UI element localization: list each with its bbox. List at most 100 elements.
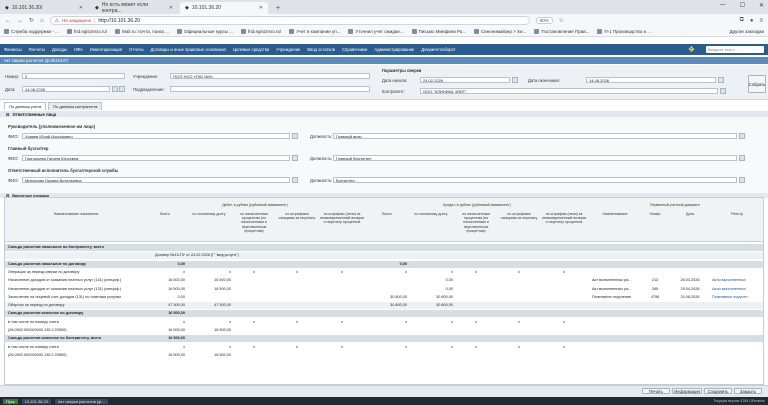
forward-icon[interactable]: → (17, 18, 23, 24)
table-row[interactable]: Начисление доходов от оказания платных у… (5, 286, 763, 293)
table-row[interactable]: (26.0902.000000000.135 2 20550) 16 500,00… (5, 352, 763, 359)
home-icon[interactable]: ⌂ (40, 18, 44, 24)
clear-icon[interactable] (119, 86, 125, 92)
cell-reg[interactable]: Платежные поручен (712, 295, 762, 299)
menu-item-balances[interactable]: Ввод остатков (307, 47, 335, 52)
save-button[interactable]: Сохранить (704, 388, 732, 394)
executor-position-field[interactable]: Бухгалтер (333, 177, 737, 183)
lookup-icon[interactable] (720, 88, 726, 94)
table-row[interactable]: Обороты за период по договору 47 300,00 47… (5, 302, 763, 310)
menu-icon[interactable]: ≡ (759, 18, 763, 24)
menu-item-institution[interactable]: Учреждение (276, 47, 300, 52)
table-row[interactable]: Начисление доходов от оказания платных у… (5, 277, 763, 284)
calendar-icon[interactable] (112, 86, 118, 92)
bookmark-item[interactable]: Постановление Прав... (534, 29, 589, 35)
menu-item-finance[interactable]: Финансы (4, 47, 22, 52)
bookmark-item[interactable]: fnd.egisznsro.ru/ (240, 29, 281, 35)
persons-section-header[interactable]: ⊟ Ответственные лица (0, 111, 768, 117)
cell-x5: x (518, 344, 520, 349)
tab-accounting-data[interactable]: По данным учета (4, 102, 47, 110)
bookmark-item[interactable]: Официальные курсы ... (176, 29, 233, 35)
table-row[interactable]: Сальдо расчетов начальное по договору 0,0… (5, 260, 763, 268)
browser-tab-active[interactable]: ◆ 10.101.36.20 ✕ (180, 2, 268, 14)
table-row[interactable]: в том числе по номеру счета x x x x x x x x x x (5, 319, 763, 326)
browser-tab[interactable]: ◆ Но есть может если контра... ✕ (90, 2, 178, 14)
table-row[interactable]: Операции за период сверки по договору x x x… (5, 269, 763, 276)
end-date-field[interactable]: 14.08.2026 (586, 77, 716, 83)
menu-item-admin[interactable]: Администрирование (374, 47, 414, 52)
minimize-icon[interactable]: — (720, 2, 726, 9)
taskbar-item[interactable]: Акт сверки расчетов (ф... (54, 398, 108, 404)
head-position-field[interactable]: Главный врач (333, 133, 737, 139)
start-button[interactable]: Пуск (3, 398, 18, 404)
info-button[interactable]: Информация (672, 388, 702, 394)
lookup-icon[interactable] (739, 177, 745, 183)
back-icon[interactable]: ← (5, 18, 11, 24)
cell-reg[interactable]: Акты выполненных (712, 278, 762, 282)
menu-item-reports[interactable]: Отчеты (129, 47, 143, 52)
bookmark-item[interactable]: Письмо Минфина Ро... (411, 29, 466, 35)
accountant-fio-field[interactable]: Григорьева Галина Юрьевна (22, 155, 290, 161)
build-button[interactable]: Собрать (748, 75, 766, 93)
lookup-icon[interactable] (292, 177, 298, 183)
calendar-icon[interactable] (512, 77, 518, 83)
close-window-icon[interactable]: ✕ (759, 2, 764, 9)
tab-contractor-data[interactable]: По данным контрагента (48, 102, 103, 110)
head-fio-field[interactable]: Худяев Юрий Иосифович (22, 133, 290, 139)
table-row[interactable]: Договор №15-ПУ от 24.02.2026 (Г "мед.усл… (5, 252, 763, 260)
calendar-icon[interactable] (718, 77, 724, 83)
taskbar-item[interactable]: 10.101.36.20 (21, 398, 51, 404)
star-icon[interactable]: ☆ (559, 17, 564, 24)
maximize-icon[interactable]: ☐ (740, 2, 745, 9)
bookmark-item[interactable]: Синонимайзер > Хи... (474, 29, 526, 35)
table-row[interactable]: Сальдо расчетов начальное по Контрагенту… (5, 244, 763, 251)
zoom-level[interactable]: 90% (535, 17, 553, 24)
menu-item-settlements[interactable]: Расчеты (29, 47, 45, 52)
lookup-icon[interactable] (292, 155, 298, 161)
menu-item-income[interactable]: Доходы (52, 47, 67, 52)
table-row[interactable]: Сальдо расчетов конечное по договору 16 5… (5, 310, 763, 318)
contractor-field[interactable]: ООО "КЛИНИКА ЭЛИТ" (420, 88, 718, 94)
lookup-icon[interactable] (739, 133, 745, 139)
reload-icon[interactable]: ↻ (29, 17, 34, 24)
table-row[interactable]: Сальдо расчетов конечное по Контрагенту,… (5, 335, 763, 343)
lookup-icon[interactable] (292, 133, 298, 139)
menu-item-contracts[interactable]: Договоры и иные правовые основания (151, 47, 226, 52)
bookmark-folder[interactable]: Другие закладки (730, 29, 764, 34)
division-field[interactable] (170, 86, 370, 92)
close-icon[interactable]: ✕ (259, 5, 263, 11)
url-field[interactable]: ⚠ Не защищено | http://10.101.36.20 (49, 16, 530, 25)
bookmark-item[interactable]: Служба поддержки - ... (4, 29, 59, 35)
institution-field[interactable]: ГБУЗ НСО «ГКБ №3» (170, 73, 370, 79)
table-row[interactable]: (26.0902.000000000.135 2 20550) 16 500,00… (5, 327, 763, 334)
lookup-icon[interactable] (739, 155, 745, 161)
app-version: Текущая версия 1255 Обновить (713, 399, 765, 403)
bookmark-item[interactable]: Учет в компании уп... (289, 29, 340, 35)
close-icon[interactable]: ✕ (169, 5, 173, 11)
date-field[interactable]: 14.08.2026 (22, 86, 110, 92)
start-date-field[interactable]: 24.02.2026 (420, 77, 510, 83)
menu-item-directories[interactable]: Справочники (342, 47, 367, 52)
close-button[interactable]: Закрыть (734, 388, 762, 394)
bookmark-item[interactable]: П-1 Производство и ... (597, 29, 651, 35)
extensions-icon[interactable]: ⧉ (740, 17, 744, 24)
bookmark-item[interactable]: fnd.egisznsro.ru/ (66, 29, 107, 35)
bookmark-item[interactable]: Mail.ru: почта, поиск ... (115, 29, 169, 35)
menu-item-target-funds[interactable]: Целевые средства (233, 47, 269, 52)
cell-reg[interactable]: Акты выполненных (712, 287, 762, 291)
new-tab-button[interactable]: + (270, 2, 286, 14)
number-field[interactable]: 2 (22, 73, 125, 79)
app-search-input[interactable]: Введите текст... (706, 46, 764, 53)
bookmark-item[interactable]: Уточнил учет ожидае... (348, 29, 404, 35)
menu-item-nfa[interactable]: НФА (74, 47, 83, 52)
menu-item-inventory[interactable]: Инвентаризация (90, 47, 122, 52)
menu-item-docflow[interactable]: Документооборот (421, 47, 455, 52)
print-button[interactable]: Печать (642, 388, 670, 394)
profile-icon[interactable]: ● (750, 18, 754, 24)
table-row[interactable]: в том числе по номеру счета x x x x x x x x x x (5, 344, 763, 351)
close-icon[interactable]: ✕ (79, 5, 83, 11)
browser-tab[interactable]: ◆ 10.101.36.20/✕ (0, 2, 88, 14)
executor-fio-field[interactable]: Миронова Оксана Витальевна (22, 177, 290, 183)
accountant-position-field[interactable]: Главный бухгалтер (333, 155, 737, 161)
table-row[interactable]: Зачисление на лицевой счет доходов (131)… (5, 294, 763, 301)
